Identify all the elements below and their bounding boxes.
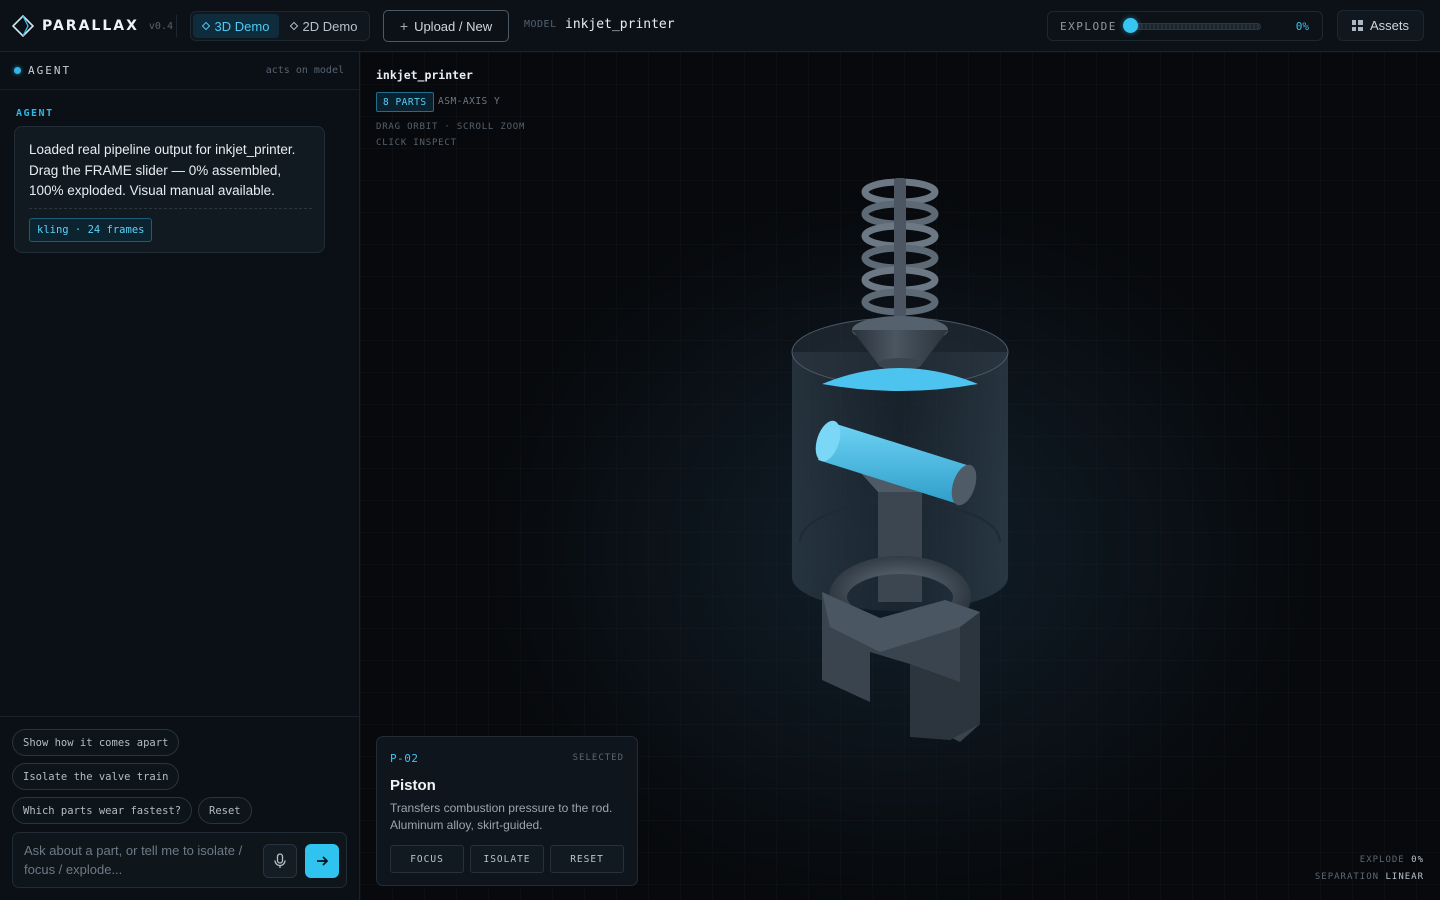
suggestion-chip-wear-fastest[interactable]: Which parts wear fastest? <box>12 797 193 824</box>
status-explode-value: 0% <box>1411 855 1424 865</box>
diamond-icon <box>201 21 210 31</box>
mode-2d-demo-button[interactable]: 2D Demo <box>281 14 367 38</box>
mode-3d-demo-button[interactable]: 3D Demo <box>193 14 279 38</box>
assets-label: Assets <box>1369 18 1409 33</box>
part-selected-status: SELECTED <box>572 753 624 763</box>
app-version: v0.4 <box>148 20 173 32</box>
assembly-axis-label: ASM-AXIS Y <box>438 96 501 107</box>
part-description: Transfers combustion pressure to the rod… <box>390 801 613 832</box>
status-separation-label: SEPARATION <box>1314 872 1380 882</box>
status-separation: SEPARATION LINEAR <box>1315 872 1424 882</box>
mode-2d-demo-label: 2D Demo <box>302 18 358 34</box>
agent-panel: AGENT acts on model AGENT Loaded real pi… <box>0 52 360 900</box>
agent-panel-header: AGENT acts on model <box>0 52 359 90</box>
microphone-button[interactable] <box>263 844 297 878</box>
explode-control: EXPLODE 0% <box>1047 11 1323 41</box>
controls-hint-inspect: CLICK INSPECT <box>376 138 457 148</box>
grid-icon <box>1351 20 1363 31</box>
part-focus-button[interactable]: FOCUS <box>390 845 464 873</box>
agent-message-text: Loaded real pipeline output for inkjet_p… <box>29 142 296 198</box>
parallax-logo-icon <box>12 15 34 37</box>
mode-switcher: 3D Demo 2D Demo <box>190 11 370 41</box>
send-button[interactable] <box>305 844 339 878</box>
top-bar: PARALLAX v0.4 3D Demo 2D Demo + Upload /… <box>0 0 1440 52</box>
viewport-model-title: inkjet_printer <box>376 68 473 82</box>
parts-count-badge: 8 PARTS <box>376 92 434 112</box>
microphone-icon <box>274 853 286 868</box>
model-viewport[interactable]: inkjet_printer 8 PARTS ASM-AXIS Y DRAG O… <box>360 52 1440 900</box>
agent-status-dot <box>14 67 21 74</box>
mode-3d-demo-label: 3D Demo <box>214 18 270 34</box>
suggestion-chip-show-apart[interactable]: Show how it comes apart <box>12 729 180 756</box>
topbar-divider <box>176 15 177 37</box>
arrow-right-icon <box>317 856 329 866</box>
spring-part[interactable] <box>861 178 939 334</box>
controls-hint-orbit-zoom: DRAG ORBIT · SCROLL ZOOM <box>376 122 526 132</box>
message-divider <box>29 208 312 209</box>
explode-slider-track[interactable] <box>1128 23 1261 30</box>
plus-icon: + <box>399 18 409 34</box>
selected-part-card: P-02 SELECTED Piston Transfers combustio… <box>376 736 638 886</box>
agent-input-box <box>12 832 347 888</box>
explode-slider-thumb[interactable] <box>1123 18 1138 33</box>
part-isolate-button[interactable]: ISOLATE <box>470 845 544 873</box>
status-explode-label: EXPLODE <box>1359 855 1405 865</box>
status-explode: EXPLODE 0% <box>1360 855 1424 865</box>
agent-message-author: AGENT <box>16 108 54 119</box>
suggestion-chip-reset[interactable]: Reset <box>198 797 252 824</box>
upload-new-label: Upload / New <box>414 18 493 34</box>
agent-chat-input[interactable] <box>24 841 258 881</box>
explode-value: 0% <box>1295 20 1309 33</box>
base-bracket-part[interactable] <box>822 592 980 742</box>
model-label: MODEL <box>524 19 557 30</box>
model-name: inkjet_printer <box>565 17 675 32</box>
part-id: P-02 <box>390 752 419 765</box>
assets-button[interactable]: Assets <box>1337 10 1424 41</box>
diamond-icon <box>289 21 298 31</box>
agent-acts-on: acts on model <box>265 65 344 76</box>
explode-label: EXPLODE <box>1060 20 1117 33</box>
part-reset-button[interactable]: RESET <box>550 845 624 873</box>
app-name: PARALLAX <box>42 18 139 34</box>
agent-panel-title: AGENT <box>28 64 72 77</box>
part-name: Piston <box>390 777 436 794</box>
upload-new-button[interactable]: + Upload / New <box>383 10 509 42</box>
status-separation-value: LINEAR <box>1385 872 1424 882</box>
agent-message-card: Loaded real pipeline output for inkjet_p… <box>14 126 325 253</box>
app-logo: PARALLAX v0.4 <box>12 14 173 38</box>
suggestion-chip-isolate-valve[interactable]: Isolate the valve train <box>12 763 180 790</box>
suggestions-divider <box>0 716 359 717</box>
message-source-tag[interactable]: kling · 24 frames <box>29 218 153 242</box>
